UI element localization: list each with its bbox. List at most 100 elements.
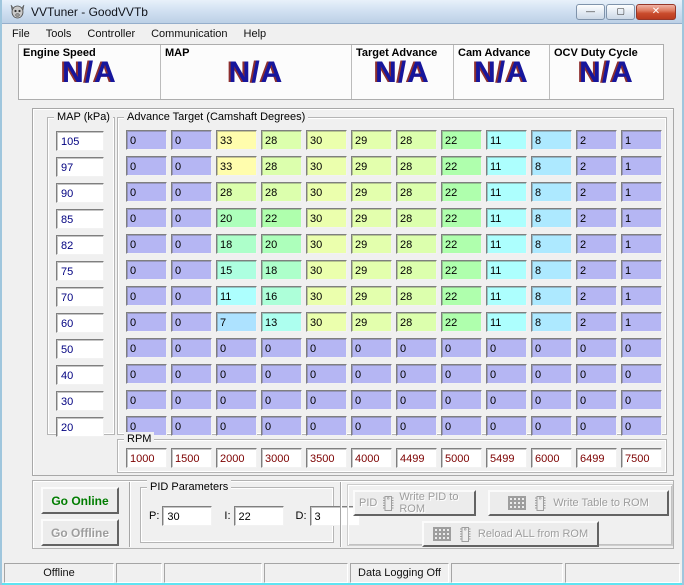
table-cell[interactable]: 28 xyxy=(396,130,437,150)
table-cell[interactable]: 15 xyxy=(216,260,257,280)
rpm-axis-field[interactable]: 4000 xyxy=(351,448,392,468)
table-cell[interactable]: 20 xyxy=(216,208,257,228)
rpm-axis-field[interactable]: 3500 xyxy=(306,448,347,468)
table-cell[interactable]: 30 xyxy=(306,130,347,150)
table-cell[interactable]: 0 xyxy=(486,364,527,384)
table-cell[interactable]: 0 xyxy=(351,338,392,358)
table-cell[interactable]: 8 xyxy=(531,234,572,254)
table-cell[interactable]: 0 xyxy=(126,312,167,332)
table-cell[interactable]: 8 xyxy=(531,312,572,332)
table-cell[interactable]: 16 xyxy=(261,286,302,306)
table-cell[interactable]: 22 xyxy=(261,208,302,228)
table-cell[interactable]: 0 xyxy=(486,416,527,436)
table-cell[interactable]: 28 xyxy=(396,260,437,280)
rpm-axis-field[interactable]: 7500 xyxy=(621,448,662,468)
table-cell[interactable]: 11 xyxy=(486,156,527,176)
table-cell[interactable]: 29 xyxy=(351,208,392,228)
table-cell[interactable]: 1 xyxy=(621,130,662,150)
table-cell[interactable]: 11 xyxy=(486,286,527,306)
table-cell[interactable]: 0 xyxy=(171,208,212,228)
table-cell[interactable]: 2 xyxy=(576,182,617,202)
table-cell[interactable]: 22 xyxy=(441,312,482,332)
map-axis-field[interactable]: 82 xyxy=(56,235,104,255)
table-cell[interactable]: 28 xyxy=(396,234,437,254)
table-cell[interactable]: 0 xyxy=(621,338,662,358)
table-cell[interactable]: 0 xyxy=(126,234,167,254)
table-cell[interactable]: 0 xyxy=(306,390,347,410)
table-cell[interactable]: 0 xyxy=(621,390,662,410)
table-cell[interactable]: 22 xyxy=(441,234,482,254)
table-cell[interactable]: 0 xyxy=(396,390,437,410)
table-cell[interactable]: 0 xyxy=(126,286,167,306)
menu-controller[interactable]: Controller xyxy=(79,26,143,42)
rpm-axis-field[interactable]: 6000 xyxy=(531,448,572,468)
menu-tools[interactable]: Tools xyxy=(38,26,80,42)
table-cell[interactable]: 22 xyxy=(441,182,482,202)
table-cell[interactable]: 0 xyxy=(531,416,572,436)
table-cell[interactable]: 0 xyxy=(216,390,257,410)
table-cell[interactable]: 0 xyxy=(531,364,572,384)
table-cell[interactable]: 0 xyxy=(171,260,212,280)
table-cell[interactable]: 13 xyxy=(261,312,302,332)
table-cell[interactable]: 0 xyxy=(576,338,617,358)
table-cell[interactable]: 8 xyxy=(531,130,572,150)
table-cell[interactable]: 0 xyxy=(351,364,392,384)
table-cell[interactable]: 0 xyxy=(216,416,257,436)
table-cell[interactable]: 28 xyxy=(261,156,302,176)
table-cell[interactable]: 0 xyxy=(441,338,482,358)
table-cell[interactable]: 1 xyxy=(621,286,662,306)
table-cell[interactable]: 29 xyxy=(351,286,392,306)
table-cell[interactable]: 28 xyxy=(396,208,437,228)
table-cell[interactable]: 0 xyxy=(351,416,392,436)
table-cell[interactable]: 29 xyxy=(351,260,392,280)
close-button[interactable]: ✕ xyxy=(636,4,676,20)
table-cell[interactable]: 29 xyxy=(351,234,392,254)
rpm-axis-field[interactable]: 1000 xyxy=(126,448,167,468)
table-cell[interactable]: 8 xyxy=(531,182,572,202)
table-cell[interactable]: 0 xyxy=(171,182,212,202)
table-cell[interactable]: 30 xyxy=(306,234,347,254)
table-cell[interactable]: 1 xyxy=(621,182,662,202)
table-cell[interactable]: 0 xyxy=(216,338,257,358)
table-cell[interactable]: 1 xyxy=(621,260,662,280)
table-cell[interactable]: 0 xyxy=(441,364,482,384)
table-cell[interactable]: 0 xyxy=(171,338,212,358)
table-cell[interactable]: 11 xyxy=(486,208,527,228)
table-cell[interactable]: 1 xyxy=(621,156,662,176)
table-cell[interactable]: 0 xyxy=(351,390,392,410)
table-cell[interactable]: 0 xyxy=(126,208,167,228)
table-cell[interactable]: 28 xyxy=(396,286,437,306)
table-cell[interactable]: 0 xyxy=(171,130,212,150)
table-cell[interactable]: 0 xyxy=(126,156,167,176)
table-cell[interactable]: 29 xyxy=(351,312,392,332)
table-cell[interactable]: 0 xyxy=(171,364,212,384)
table-cell[interactable]: 0 xyxy=(261,364,302,384)
menu-communication[interactable]: Communication xyxy=(143,26,235,42)
table-cell[interactable]: 0 xyxy=(396,338,437,358)
table-cell[interactable]: 30 xyxy=(306,260,347,280)
table-cell[interactable]: 0 xyxy=(171,156,212,176)
map-axis-field[interactable]: 50 xyxy=(56,339,104,359)
table-cell[interactable]: 0 xyxy=(126,338,167,358)
menu-help[interactable]: Help xyxy=(236,26,275,42)
rpm-axis-field[interactable]: 6499 xyxy=(576,448,617,468)
table-cell[interactable]: 0 xyxy=(306,416,347,436)
table-cell[interactable]: 30 xyxy=(306,156,347,176)
rpm-axis-field[interactable]: 3000 xyxy=(261,448,302,468)
map-axis-field[interactable]: 75 xyxy=(56,261,104,281)
table-cell[interactable]: 0 xyxy=(621,364,662,384)
table-cell[interactable]: 1 xyxy=(621,208,662,228)
table-cell[interactable]: 33 xyxy=(216,156,257,176)
reload-all-from-rom-button[interactable]: Reload ALL from ROM xyxy=(422,521,599,547)
table-cell[interactable]: 20 xyxy=(261,234,302,254)
table-cell[interactable]: 0 xyxy=(576,390,617,410)
table-cell[interactable]: 29 xyxy=(351,130,392,150)
table-cell[interactable]: 0 xyxy=(126,260,167,280)
table-cell[interactable]: 22 xyxy=(441,260,482,280)
table-cell[interactable]: 29 xyxy=(351,182,392,202)
rpm-axis-field[interactable]: 5000 xyxy=(441,448,482,468)
write-table-to-rom-button[interactable]: Write Table to ROM xyxy=(488,490,669,516)
table-cell[interactable]: 0 xyxy=(441,390,482,410)
table-cell[interactable]: 2 xyxy=(576,208,617,228)
map-axis-field[interactable]: 70 xyxy=(56,287,104,307)
